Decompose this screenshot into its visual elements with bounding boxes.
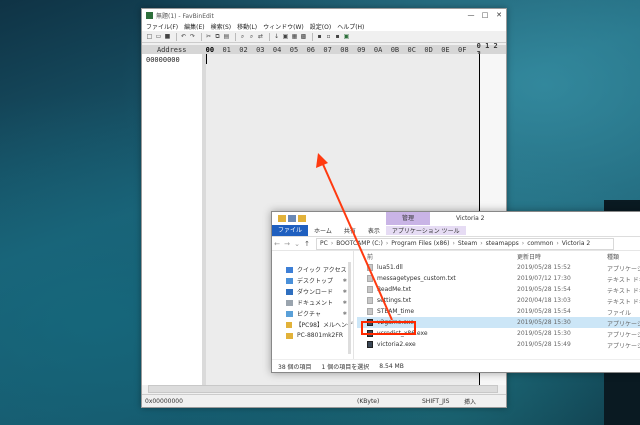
drag-arrow-head: [316, 153, 328, 168]
drag-arrow: [316, 153, 393, 321]
drag-arrow-line: [321, 161, 393, 321]
